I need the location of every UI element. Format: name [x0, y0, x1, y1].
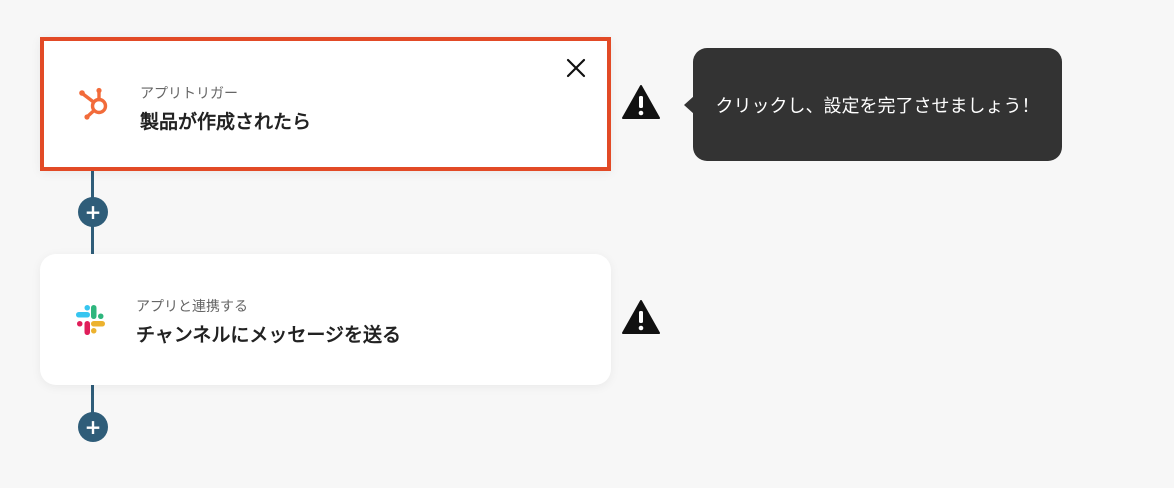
plus-icon: + — [84, 199, 102, 224]
close-button[interactable] — [563, 55, 589, 81]
tooltip: クリックし、設定を完了させましょう！ — [684, 48, 1062, 161]
step-title: 製品が作成されたら — [140, 111, 312, 133]
slack-icon — [76, 305, 105, 335]
step-subtitle: アプリトリガー — [140, 86, 238, 102]
hubspot-icon — [79, 87, 108, 120]
step-subtitle: アプリと連携する — [136, 299, 248, 315]
plus-icon: + — [84, 414, 102, 439]
add-step-button[interactable]: + — [78, 412, 108, 442]
step-card-trigger[interactable]: アプリトリガー 製品が作成されたら — [40, 37, 611, 171]
close-icon — [566, 58, 586, 78]
add-step-button[interactable]: + — [78, 197, 108, 227]
step-card-action[interactable]: アプリと連携する チャンネルにメッセージを送る — [40, 254, 611, 385]
warning-icon — [622, 300, 660, 334]
warning-icon — [622, 85, 660, 119]
tooltip-text: クリックし、設定を完了させましょう！ — [715, 95, 1040, 117]
step-title: チャンネルにメッセージを送る — [136, 324, 402, 346]
